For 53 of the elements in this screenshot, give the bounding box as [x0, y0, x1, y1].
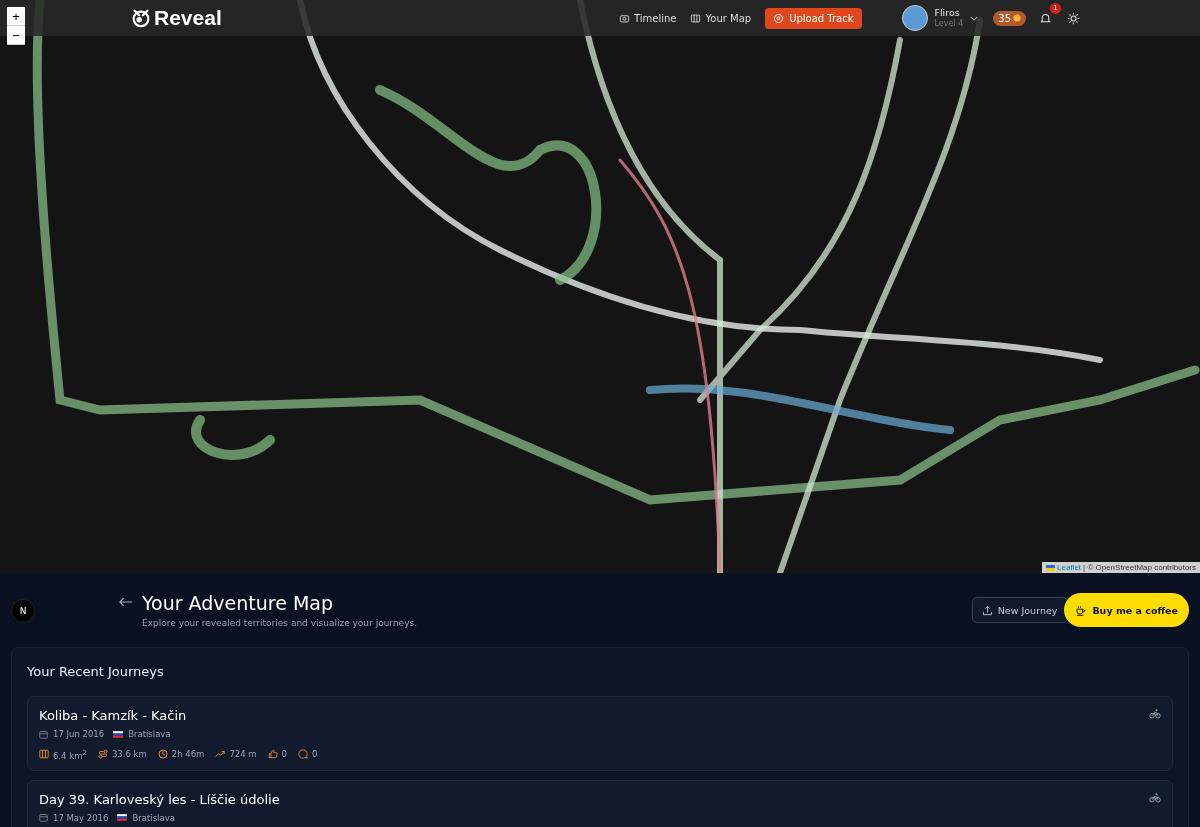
journey-title: Koliba - Kamzík - Kačin [39, 708, 187, 723]
page-title: Your Adventure Map [142, 592, 334, 614]
back-arrow-icon[interactable] [118, 597, 133, 607]
page-subtitle: Explore your revealed territories and visualize your journeys. [142, 618, 417, 628]
journey-card[interactable]: Koliba - Kamzík - Kačin 17 Jun 2016 Bratislava 6.4 km$^{2}$ 33.6 km 2h 46m 724 m 0 0 [27, 696, 1173, 771]
journey-date: 17 May 2016 [53, 812, 109, 823]
nav-link[interactable]: Timeline [618, 12, 677, 24]
calendar-icon [39, 813, 48, 823]
section-title: Your Recent Journeys [27, 664, 165, 679]
avatar-letter[interactable]: N [11, 599, 35, 623]
avatar-placeholder[interactable] [901, 5, 928, 31]
logo-text: Reveal [154, 6, 222, 30]
clock-icon [157, 749, 168, 760]
calendar-icon [39, 729, 48, 739]
zoom-in-button[interactable]: + [7, 7, 25, 26]
upload-track-button[interactable]: Upload Track [765, 7, 862, 29]
trend-up-icon [215, 749, 226, 760]
new-journey-button[interactable]: New Journey [971, 597, 1069, 623]
thumbs-up-icon [267, 749, 278, 760]
route-icon [97, 749, 108, 760]
stat-value: 724 m [229, 749, 257, 760]
stat-value: 0 [281, 749, 288, 760]
user-name: Fliros [934, 6, 961, 19]
journey-title: Day 39. Karloveský les - Líščie údolie [39, 791, 280, 807]
stat-value: 6.4 km$^{2}$ [53, 748, 87, 761]
journey-place: Bratislava [132, 812, 175, 823]
logo-icon [130, 7, 152, 29]
stat-value: 0 [312, 749, 318, 760]
coffee-cup-icon [1075, 604, 1087, 616]
flag-icon [117, 814, 128, 822]
bell-icon[interactable] [1039, 11, 1052, 25]
map-icon [39, 749, 49, 760]
buy-coffee-button[interactable]: Buy me a coffee [1064, 593, 1189, 627]
coin-icon [1013, 14, 1021, 22]
bicycle-icon [1149, 791, 1161, 803]
attribution-text: | © OpenStreetMap contributors [1083, 563, 1196, 572]
chevron-down-icon[interactable] [970, 15, 979, 21]
sun-icon[interactable] [1067, 11, 1080, 25]
flag-icon [113, 730, 124, 738]
points-badge: 35 [993, 10, 1026, 26]
comment-icon [298, 749, 309, 760]
journey-place: Bratislava [128, 729, 171, 739]
journey-card[interactable]: Day 39. Karloveský les - Líščie údolie 17 May 2016 Bratislava [27, 779, 1173, 827]
journey-date: 17 Jun 2016 [53, 729, 105, 739]
camera-icon [618, 12, 630, 24]
bicycle-icon [1149, 708, 1161, 719]
user-level: Level 4 [934, 18, 964, 30]
stat-value: 33.6 km [111, 749, 147, 760]
map-icon [690, 12, 702, 24]
nav-link[interactable]: Your Map [690, 12, 752, 24]
stat-value: 2h 46m [171, 749, 205, 760]
upload-icon [981, 604, 993, 616]
flag-icon [1046, 564, 1056, 571]
